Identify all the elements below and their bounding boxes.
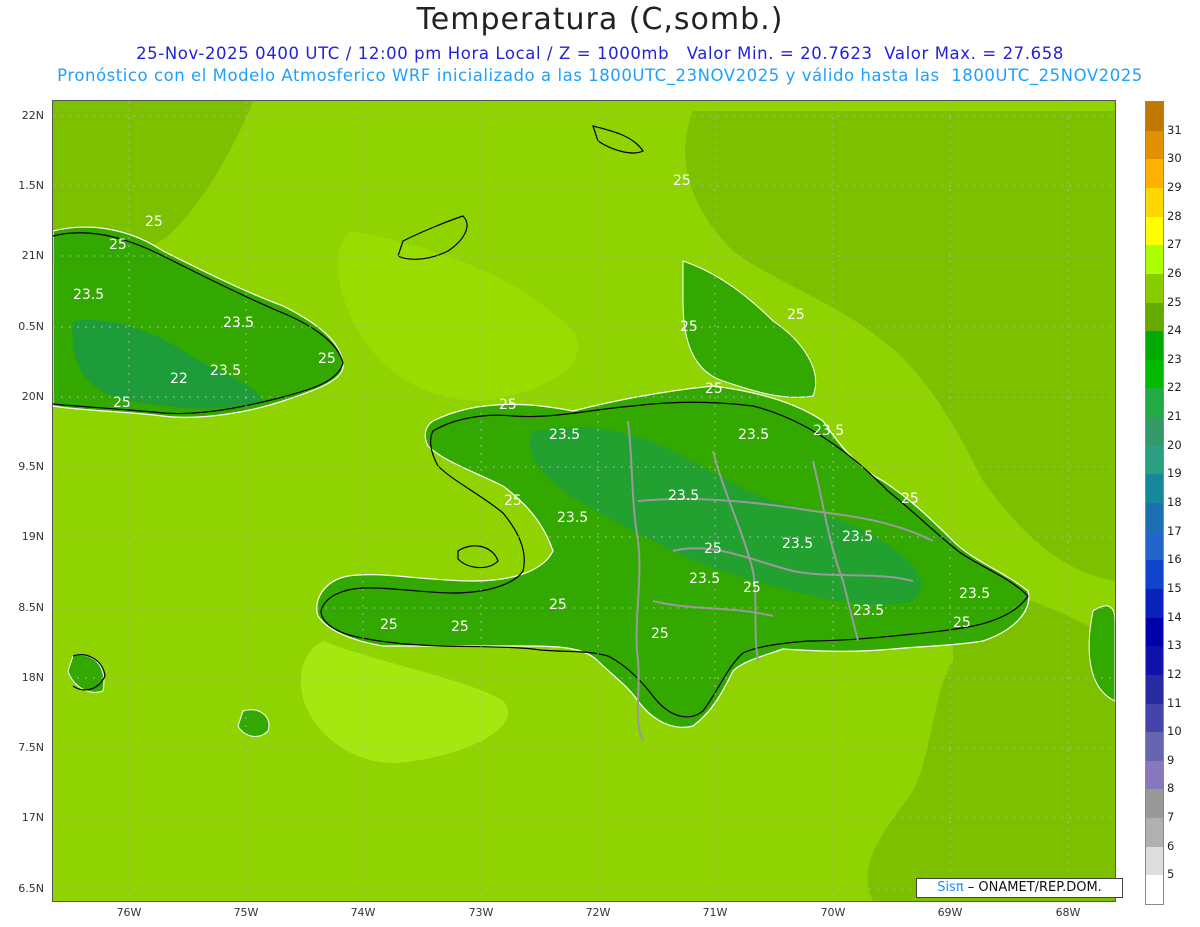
colorbar-label: 15: [1167, 580, 1182, 595]
colorbar-label: 14: [1167, 609, 1182, 624]
colorbar-swatch: [1146, 531, 1163, 561]
colorbar-swatch: [1146, 875, 1163, 905]
colorbar-label: 8: [1167, 781, 1175, 796]
y-tick-label: 7.5N: [18, 741, 44, 754]
colorbar-swatch: [1146, 846, 1163, 876]
x-tick-label: 69W: [937, 906, 963, 919]
credit-text: – ONAMET/REP.DOM.: [963, 880, 1102, 895]
y-tick-label: 0.5N: [18, 320, 44, 333]
colorbar-label: 17: [1167, 523, 1182, 538]
y-tick-label: 20N: [21, 390, 44, 403]
map-title: Temperatura (C,somb.): [416, 2, 784, 37]
sispi-logo: Sisπ: [937, 880, 964, 895]
colorbar-swatch: [1146, 359, 1163, 389]
y-tick-label: 8.5N: [18, 601, 44, 614]
colorbar: [1145, 101, 1164, 905]
colorbar-swatch: [1146, 560, 1163, 590]
colorbar-swatch: [1146, 388, 1163, 418]
colorbar-swatch: [1146, 646, 1163, 676]
colorbar-label: 7: [1167, 810, 1175, 825]
colorbar-swatch: [1146, 130, 1163, 160]
colorbar-label: 16: [1167, 552, 1182, 567]
colorbar-label: 6: [1167, 838, 1175, 853]
y-tick-label: 19N: [21, 530, 44, 543]
colorbar-swatch: [1146, 273, 1163, 303]
map-subtitle-validity: 25-Nov-2025 0400 UTC / 12:00 pm Hora Loc…: [136, 44, 1064, 63]
colorbar-swatch: [1146, 789, 1163, 819]
y-tick-label: 17N: [21, 811, 44, 824]
colorbar-swatch: [1146, 617, 1163, 647]
colorbar-swatch: [1146, 102, 1163, 132]
colorbar-label: 13: [1167, 638, 1182, 653]
colorbar-label: 5: [1167, 867, 1175, 882]
colorbar-label: 21: [1167, 409, 1182, 424]
colorbar-swatch: [1146, 703, 1163, 733]
colorbar-label: 29: [1167, 179, 1182, 194]
colorbar-swatch: [1146, 245, 1163, 275]
colorbar-swatch: [1146, 302, 1163, 332]
colorbar-swatch: [1146, 674, 1163, 704]
colorbar-swatch: [1146, 187, 1163, 218]
map-frame: [52, 100, 1116, 902]
colorbar-swatch: [1146, 732, 1163, 762]
colorbar-swatch: [1146, 216, 1163, 246]
colorbar-swatch: [1146, 503, 1163, 533]
colorbar-label: 18: [1167, 495, 1182, 509]
colorbar-swatch: [1146, 818, 1163, 848]
colorbar-label: 20: [1167, 437, 1182, 452]
colorbar-swatch: [1146, 474, 1163, 504]
colorbar-swatch: [1146, 331, 1163, 361]
colorbar-swatch: [1146, 760, 1163, 790]
x-tick-label: 74W: [350, 906, 376, 919]
colorbar-label: 10: [1167, 724, 1182, 739]
x-tick-label: 71W: [702, 906, 728, 919]
map-subtitle-model: Pronóstico con el Modelo Atmosferico WRF…: [57, 66, 1143, 85]
y-tick-label: 18N: [21, 671, 44, 684]
colorbar-label: 19: [1167, 466, 1182, 481]
colorbar-label: 30: [1167, 151, 1182, 166]
credit-box: Sisπ – ONAMET/REP.DOM.: [916, 878, 1123, 898]
colorbar-label: 11: [1167, 695, 1182, 710]
colorbar-label: 25: [1167, 294, 1182, 309]
colorbar-label: 28: [1167, 208, 1182, 223]
colorbar-label: 27: [1167, 237, 1182, 252]
colorbar-label: 23: [1167, 351, 1182, 366]
y-tick-label: 21N: [21, 249, 44, 262]
x-tick-label: 72W: [585, 906, 611, 919]
colorbar-label: 9: [1167, 752, 1175, 767]
x-tick-label: 76W: [116, 906, 142, 919]
y-tick-label: 1.5N: [18, 179, 44, 192]
colorbar-swatch: [1146, 445, 1163, 475]
colorbar-label: 24: [1167, 323, 1182, 338]
colorbar-label: 31: [1167, 122, 1182, 137]
colorbar-label: 12: [1167, 666, 1182, 681]
colorbar-swatch: [1146, 159, 1163, 189]
colorbar-swatch: [1146, 588, 1163, 619]
x-tick-label: 73W: [468, 906, 494, 919]
x-tick-label: 75W: [233, 906, 259, 919]
y-tick-label: 6.5N: [18, 882, 44, 895]
colorbar-swatch: [1146, 417, 1163, 447]
x-tick-label: 70W: [820, 906, 846, 919]
y-tick-label: 9.5N: [18, 460, 44, 473]
colorbar-label: 26: [1167, 265, 1182, 280]
x-tick-label: 68W: [1055, 906, 1081, 919]
colorbar-label: 22: [1167, 380, 1182, 395]
y-tick-label: 22N: [21, 109, 44, 122]
